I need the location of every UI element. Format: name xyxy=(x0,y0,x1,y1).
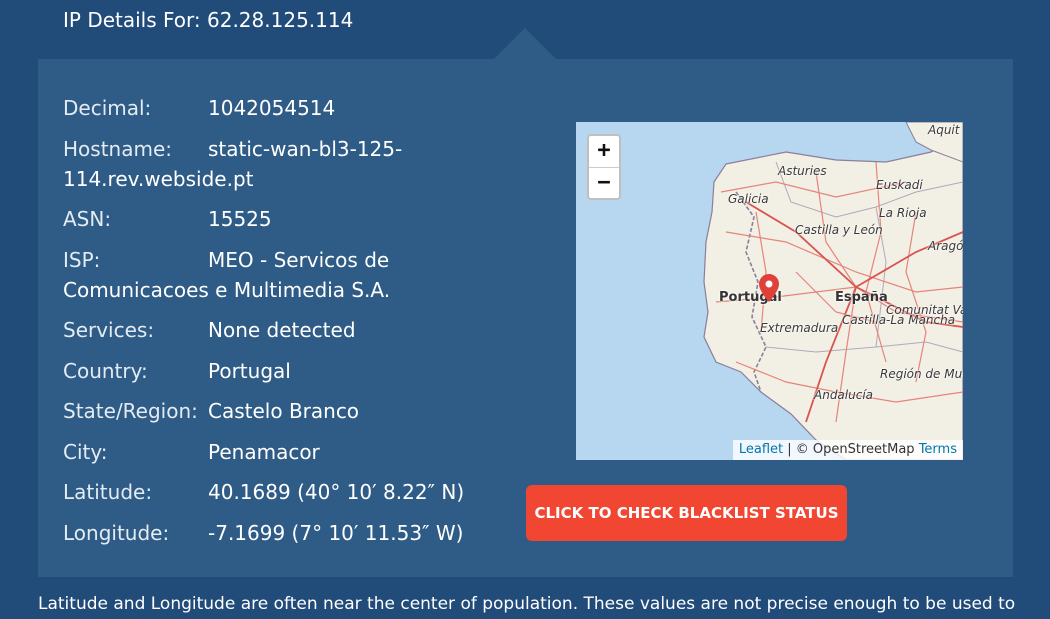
map-label-aragon: Aragó xyxy=(928,239,963,253)
location-map[interactable]: Aquit Asturies Euskadi Galicia La Rioja … xyxy=(576,122,963,460)
detail-label: ASN: xyxy=(63,207,112,231)
detail-value: 40.1689 (40° 10′ 8.22″ N) xyxy=(208,480,465,504)
map-label-aquitaine: Aquit xyxy=(928,123,960,137)
detail-value: 1042054514 xyxy=(208,96,336,120)
detail-label: Longitude: xyxy=(63,520,170,545)
detail-value: Penamacor xyxy=(208,439,320,464)
detail-label: Services: xyxy=(63,318,155,342)
map-label-euskadi: Euskadi xyxy=(876,178,923,192)
map-label-extremadura: Extremadura xyxy=(760,321,839,335)
footnote-text: Latitude and Longitude are often near th… xyxy=(38,594,1016,614)
detail-row-longitude: Longitude: -7.1699 (7° 10′ 11.53″ W) xyxy=(63,518,483,548)
detail-row-country: Country: Portugal xyxy=(63,356,483,386)
map-label-espana: España xyxy=(835,290,888,305)
map-attribution: Leaflet | © OpenStreetMap Terms xyxy=(732,440,963,460)
detail-label: Country: xyxy=(63,358,148,383)
map-label-la-rioja: La Rioja xyxy=(879,206,927,220)
zoom-control: + − xyxy=(587,134,621,200)
map-label-asturies: Asturies xyxy=(778,164,827,178)
ip-details-panel: Decimal: 1042054514 Hostname: static-wan-b… xyxy=(38,59,1013,577)
detail-row-isp: ISP: MEO - Servicos de Comunicacoes e Mul… xyxy=(63,245,483,305)
detail-row-services: Services: None detected xyxy=(63,315,483,345)
detail-value: 15525 xyxy=(208,207,272,231)
map-label-andalucia: Andalucía xyxy=(814,388,874,402)
map-label-region-murcia: Región de Mur xyxy=(880,367,963,381)
map-label-galicia: Galicia xyxy=(728,192,769,206)
zoom-out-button[interactable]: − xyxy=(589,168,619,199)
detail-row-latitude: Latitude: 40.1689 (40° 10′ 8.22″ N) xyxy=(63,477,483,507)
detail-label: State/Region: xyxy=(63,399,198,423)
detail-label: Latitude: xyxy=(63,480,153,504)
detail-label: City: xyxy=(63,439,108,464)
attribution-text: | © OpenStreetMap xyxy=(783,442,919,457)
detail-label: ISP: xyxy=(63,247,101,272)
page-title: IP Details For: 62.28.125.114 xyxy=(63,8,354,32)
detail-value: Castelo Branco xyxy=(208,399,360,423)
detail-label: Hostname: xyxy=(63,136,172,161)
leaflet-link[interactable]: Leaflet xyxy=(739,442,783,457)
check-blacklist-button[interactable]: CLICK TO CHECK BLACKLIST STATUS xyxy=(526,485,847,541)
detail-row-decimal: Decimal: 1042054514 xyxy=(63,93,483,123)
map-label-castilla-leon: Castilla y León xyxy=(795,223,883,237)
detail-row-hostname: Hostname: static-wan-bl3-125-114.rev.webs… xyxy=(63,134,483,194)
zoom-in-button[interactable]: + xyxy=(589,136,619,168)
detail-row-region: State/Region: Castelo Branco xyxy=(63,396,483,426)
map-label-castilla-mancha: Castilla-La Mancha xyxy=(842,313,956,327)
detail-value: -7.1699 (7° 10′ 11.53″ W) xyxy=(208,520,464,545)
detail-value: Portugal xyxy=(208,358,291,383)
panel-notch xyxy=(493,28,557,60)
detail-label: Decimal: xyxy=(63,96,152,120)
detail-row-asn: ASN: 15525 xyxy=(63,204,483,234)
terms-link[interactable]: Terms xyxy=(919,442,957,457)
detail-row-city: City: Penamacor xyxy=(63,437,483,467)
detail-value: None detected xyxy=(208,318,356,342)
details-list: Decimal: 1042054514 Hostname: static-wan-b… xyxy=(63,93,483,558)
